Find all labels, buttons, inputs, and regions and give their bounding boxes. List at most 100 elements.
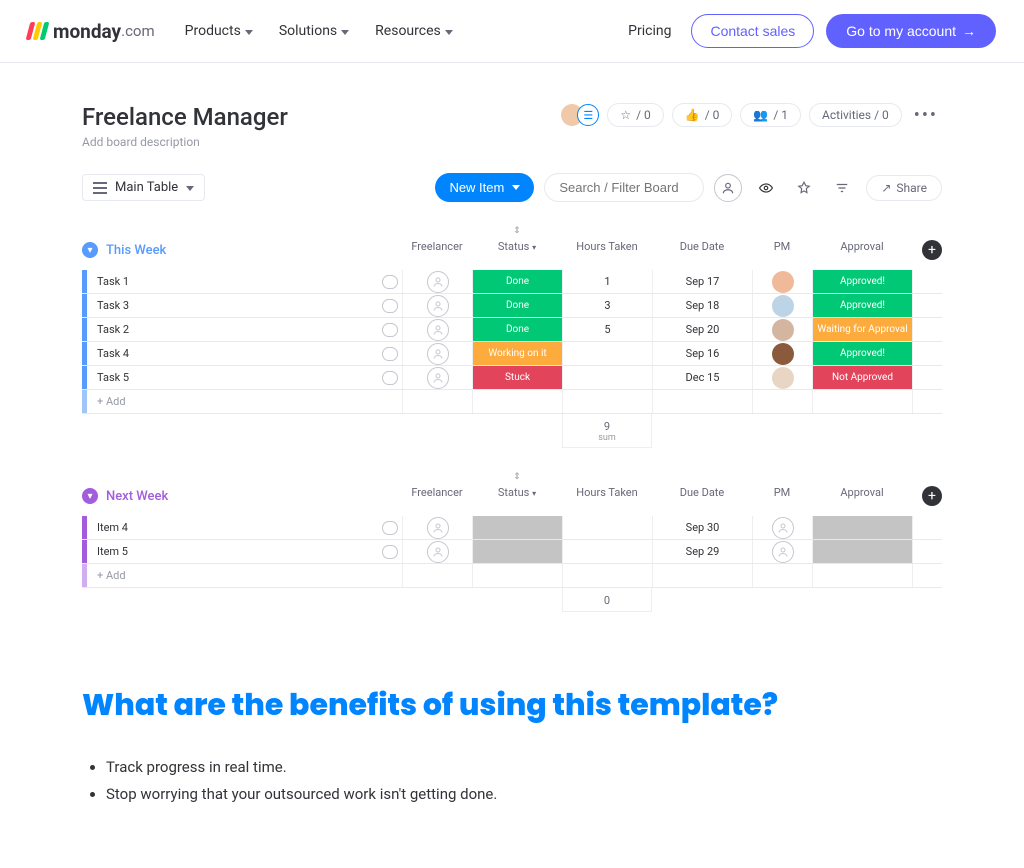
- chat-icon[interactable]: [378, 270, 402, 293]
- sort-icon[interactable]: [828, 174, 856, 202]
- table-row[interactable]: Task 4 Working on it Sep 16 Approved!: [82, 342, 942, 366]
- due-cell[interactable]: Sep 30: [652, 516, 752, 539]
- go-to-account-button[interactable]: Go to my account: [826, 14, 996, 48]
- approval-cell[interactable]: Approved!: [812, 342, 912, 365]
- task-name[interactable]: Item 4: [87, 516, 378, 539]
- chat-icon[interactable]: [378, 342, 402, 365]
- col-due[interactable]: Due Date: [652, 236, 752, 264]
- task-name[interactable]: Task 2: [87, 318, 378, 341]
- col-pm[interactable]: PM: [752, 236, 812, 264]
- approval-cell[interactable]: Approved!: [812, 294, 912, 317]
- group-name[interactable]: Next Week: [106, 489, 168, 504]
- col-status[interactable]: Status ▾: [472, 482, 562, 510]
- table-row[interactable]: Task 3 Done3Sep 18 Approved!: [82, 294, 942, 318]
- due-cell[interactable]: Sep 17: [652, 270, 752, 293]
- group-toggle[interactable]: ▾: [82, 242, 98, 258]
- pm-cell[interactable]: [752, 540, 812, 563]
- group-toggle[interactable]: ▾: [82, 488, 98, 504]
- status-cell[interactable]: [472, 540, 562, 563]
- favorites-pill[interactable]: ☆/ 0: [607, 103, 663, 127]
- table-row[interactable]: Item 5 Sep 29: [82, 540, 942, 564]
- hide-icon[interactable]: [752, 174, 780, 202]
- pm-cell[interactable]: [752, 342, 812, 365]
- contact-sales-button[interactable]: Contact sales: [691, 14, 814, 48]
- logo[interactable]: monday.com: [28, 20, 155, 43]
- table-row[interactable]: Task 2 Done5Sep 20 Waiting for Approval: [82, 318, 942, 342]
- members-pill[interactable]: 👥/ 1: [740, 103, 801, 127]
- approval-cell[interactable]: Waiting for Approval: [812, 318, 912, 341]
- likes-pill[interactable]: 👍/ 0: [672, 103, 733, 127]
- hours-cell[interactable]: 5: [562, 318, 652, 341]
- status-cell[interactable]: Done: [472, 270, 562, 293]
- add-row[interactable]: + Add: [82, 564, 942, 588]
- chat-icon[interactable]: [378, 540, 402, 563]
- col-freelancer[interactable]: Freelancer: [402, 236, 472, 264]
- task-name[interactable]: Task 4: [87, 342, 378, 365]
- chat-icon[interactable]: [378, 516, 402, 539]
- chat-icon[interactable]: [378, 318, 402, 341]
- nav-pricing[interactable]: Pricing: [628, 23, 671, 39]
- status-cell[interactable]: Done: [472, 294, 562, 317]
- freelancer-cell[interactable]: [402, 342, 472, 365]
- col-approval[interactable]: Approval: [812, 236, 912, 264]
- task-name[interactable]: Task 3: [87, 294, 378, 317]
- search-input[interactable]: [544, 173, 704, 202]
- view-selector[interactable]: Main Table: [82, 174, 205, 201]
- pm-cell[interactable]: [752, 294, 812, 317]
- add-column-button[interactable]: +: [922, 240, 942, 260]
- add-row[interactable]: + Add: [82, 390, 942, 414]
- approval-cell[interactable]: [812, 516, 912, 539]
- pm-cell[interactable]: [752, 366, 812, 389]
- col-approval[interactable]: Approval: [812, 482, 912, 510]
- due-cell[interactable]: Sep 29: [652, 540, 752, 563]
- table-row[interactable]: Task 5 Stuck Dec 15 Not Approved: [82, 366, 942, 390]
- status-cell[interactable]: Stuck: [472, 366, 562, 389]
- status-cell[interactable]: Working on it: [472, 342, 562, 365]
- pm-cell[interactable]: [752, 516, 812, 539]
- col-hours[interactable]: Hours Taken: [562, 236, 652, 264]
- freelancer-cell[interactable]: [402, 516, 472, 539]
- col-due[interactable]: Due Date: [652, 482, 752, 510]
- pin-icon[interactable]: [790, 174, 818, 202]
- status-cell[interactable]: [472, 516, 562, 539]
- task-name[interactable]: Item 5: [87, 540, 378, 563]
- due-cell[interactable]: Sep 16: [652, 342, 752, 365]
- new-item-button[interactable]: New Item: [435, 173, 534, 202]
- nav-products[interactable]: Products: [185, 23, 253, 39]
- pm-cell[interactable]: [752, 318, 812, 341]
- freelancer-cell[interactable]: [402, 366, 472, 389]
- more-menu[interactable]: •••: [910, 105, 942, 126]
- table-row[interactable]: Item 4 Sep 30: [82, 516, 942, 540]
- hours-cell[interactable]: 1: [562, 270, 652, 293]
- chat-icon[interactable]: [378, 294, 402, 317]
- chat-icon[interactable]: [378, 366, 402, 389]
- table-row[interactable]: Task 1 Done1Sep 17 Approved!: [82, 270, 942, 294]
- freelancer-cell[interactable]: [402, 318, 472, 341]
- board-description[interactable]: Add board description: [82, 135, 288, 149]
- share-button[interactable]: ↗Share: [866, 175, 942, 201]
- col-status[interactable]: Status ▾: [472, 236, 562, 264]
- due-cell[interactable]: Dec 15: [652, 366, 752, 389]
- person-filter-icon[interactable]: [714, 174, 742, 202]
- add-column-button[interactable]: +: [922, 486, 942, 506]
- status-cell[interactable]: Done: [472, 318, 562, 341]
- due-cell[interactable]: Sep 20: [652, 318, 752, 341]
- task-name[interactable]: Task 1: [87, 270, 378, 293]
- nav-resources[interactable]: Resources: [375, 23, 453, 39]
- hours-cell[interactable]: [562, 540, 652, 563]
- pm-cell[interactable]: [752, 270, 812, 293]
- freelancer-cell[interactable]: [402, 540, 472, 563]
- nav-solutions[interactable]: Solutions: [279, 23, 349, 39]
- group-name[interactable]: This Week: [106, 243, 166, 258]
- freelancer-cell[interactable]: [402, 294, 472, 317]
- hours-cell[interactable]: [562, 516, 652, 539]
- approval-cell[interactable]: Not Approved: [812, 366, 912, 389]
- approval-cell[interactable]: [812, 540, 912, 563]
- due-cell[interactable]: Sep 18: [652, 294, 752, 317]
- approval-cell[interactable]: Approved!: [812, 270, 912, 293]
- col-hours[interactable]: Hours Taken: [562, 482, 652, 510]
- board-avatars[interactable]: ☰: [561, 104, 599, 126]
- hours-cell[interactable]: 3: [562, 294, 652, 317]
- col-pm[interactable]: PM: [752, 482, 812, 510]
- task-name[interactable]: Task 5: [87, 366, 378, 389]
